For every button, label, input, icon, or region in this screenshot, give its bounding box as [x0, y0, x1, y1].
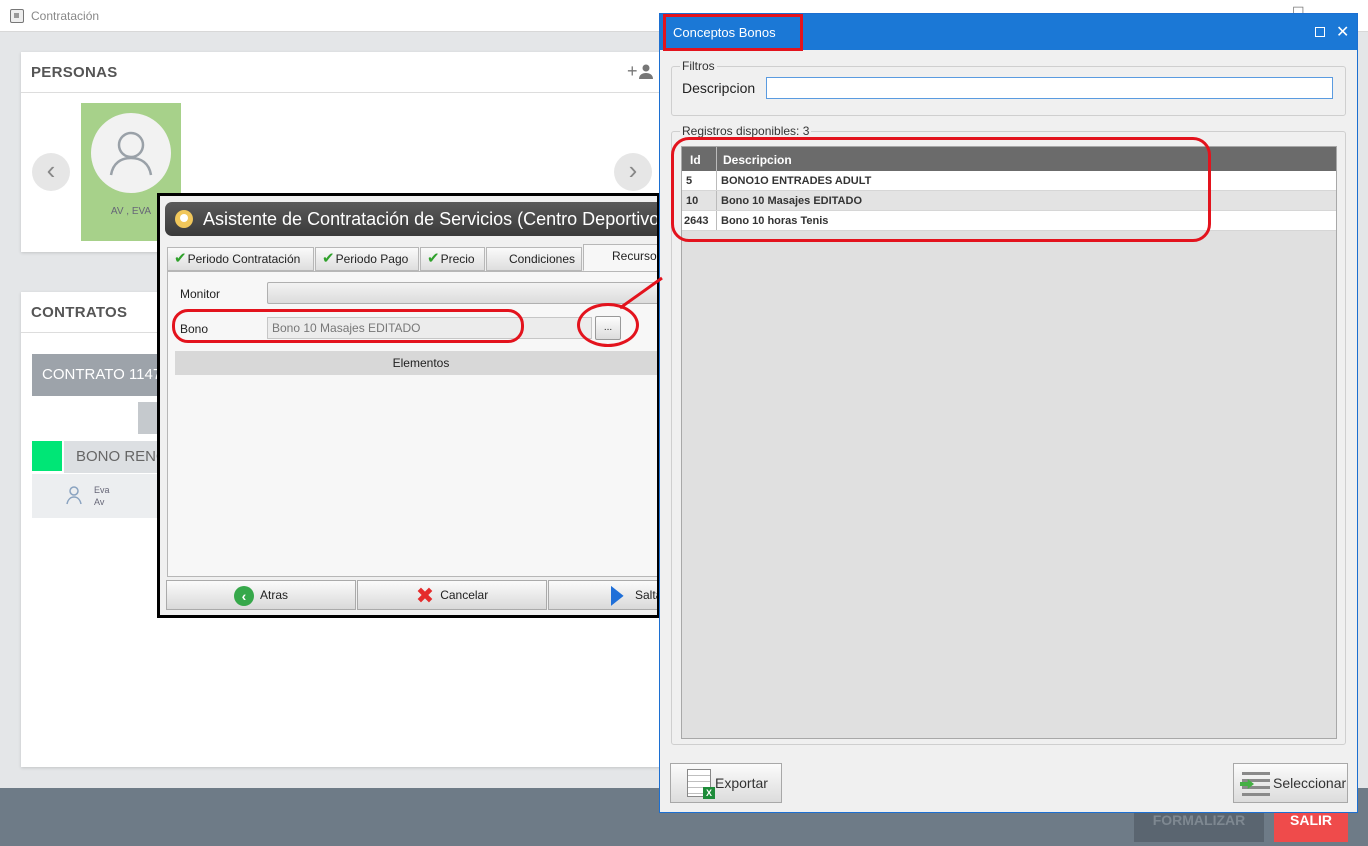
column-divider [716, 191, 717, 210]
elementos-header: Elementos [175, 351, 657, 375]
cancel-x-icon: ✖ [415, 582, 435, 608]
column-header-descripcion[interactable]: Descripcion [723, 153, 792, 167]
tab-label: Precio [440, 252, 475, 266]
saltar-label: Saltar [635, 588, 657, 602]
monitor-label: Monitor [180, 287, 221, 301]
exportar-label: Exportar [715, 775, 768, 791]
table-row[interactable]: 5 BONO1O ENTRADES ADULT [682, 171, 1336, 191]
check-icon: ✔ [174, 250, 187, 267]
user-icon [109, 131, 153, 176]
bono-label: Bono [180, 322, 209, 336]
tab-label: Recursos [612, 249, 660, 263]
row-description: Bono 10 horas Tenis [721, 215, 829, 227]
exportar-button[interactable]: Exportar [670, 763, 782, 803]
status-indicator [32, 441, 62, 471]
row-id: 5 [686, 175, 693, 187]
description-label: Descripcion [682, 80, 756, 96]
cancelar-label: Cancelar [440, 588, 489, 602]
tab-label: Condiciones [508, 252, 575, 266]
tab-condiciones[interactable]: Condiciones [486, 247, 582, 271]
bonos-grid: Id Descripcion 5 BONO1O ENTRADES ADULT 1… [681, 146, 1337, 739]
maximize-icon[interactable] [1315, 27, 1325, 37]
row-id: 10 [686, 195, 699, 207]
next-person-button[interactable]: › [614, 153, 652, 191]
table-row[interactable]: 2643 Bono 10 horas Tenis [682, 211, 1336, 231]
tab-label: Periodo Contratación [187, 252, 301, 266]
back-arrow-icon: ‹ [233, 585, 254, 606]
excel-export-icon [687, 769, 715, 799]
row-id: 2643 [684, 215, 709, 227]
prev-person-button[interactable]: ‹ [32, 153, 70, 191]
tab-recursos[interactable]: Recursos [583, 244, 660, 271]
grid-header: Id Descripcion [682, 147, 1336, 171]
avatar [91, 113, 171, 193]
member-first-name: Eva [94, 485, 110, 495]
monitor-select[interactable] [267, 282, 657, 304]
select-list-icon [1242, 772, 1270, 796]
wizard-user-icon [175, 210, 193, 228]
filters-legend: Filtros [680, 59, 717, 73]
table-row-selected[interactable]: 10 Bono 10 Masajes EDITADO [682, 191, 1336, 211]
skip-icon [611, 585, 624, 606]
bono-field[interactable]: Bono 10 Masajes EDITADO [267, 317, 592, 339]
bonos-title: Conceptos Bonos [673, 25, 776, 40]
contract-member: Eva Av [32, 474, 162, 518]
tab-periodo-contratacion[interactable]: ✔Periodo Contratación [167, 247, 314, 271]
saltar-button[interactable]: Saltar [548, 580, 657, 610]
member-last-name: Av [94, 497, 105, 507]
personas-divider [21, 92, 681, 93]
seleccionar-label: Seleccionar [1273, 775, 1347, 791]
description-filter-input[interactable] [766, 77, 1333, 99]
window-title: Contratación [31, 9, 100, 23]
tab-precio[interactable]: ✔Precio [420, 247, 485, 271]
app-icon [10, 9, 24, 23]
close-icon[interactable]: ✕ [1336, 22, 1349, 42]
column-divider [716, 147, 717, 171]
wizard-dialog: Asistente de Contratación de Servicios (… [157, 193, 660, 618]
conceptos-bonos-dialog: Conceptos Bonos ✕ Filtros Descripcion Re… [659, 13, 1358, 813]
member-user-icon [66, 486, 82, 505]
wizard-header: Asistente de Contratación de Servicios (… [165, 202, 660, 236]
atras-label: Atras [259, 588, 288, 602]
row-description: BONO1O ENTRADES ADULT [721, 175, 872, 187]
tab-periodo-pago[interactable]: ✔Periodo Pago [315, 247, 419, 271]
column-divider [716, 171, 717, 190]
highlight-connector-line [619, 276, 663, 310]
bonos-titlebar: Conceptos Bonos ✕ [660, 14, 1357, 50]
tab-label: Periodo Pago [335, 252, 409, 266]
column-header-id[interactable]: Id [690, 153, 701, 167]
bono-item[interactable]: BONO RENOVA [64, 441, 162, 473]
row-description: Bono 10 Masajes EDITADO [721, 195, 862, 207]
contratos-title: CONTRATOS [31, 304, 128, 321]
records-legend: Registros disponibles: 3 [680, 124, 812, 138]
personas-title: PERSONAS [31, 64, 118, 81]
wizard-title: Asistente de Contratación de Servicios (… [203, 209, 660, 229]
browse-bono-button[interactable]: ... [595, 316, 621, 340]
cancelar-button[interactable]: ✖ Cancelar [357, 580, 547, 610]
person-add-icon[interactable]: + [627, 61, 654, 82]
check-icon: ✔ [427, 250, 440, 267]
seleccionar-button[interactable]: Seleccionar [1233, 763, 1348, 803]
column-divider [716, 211, 717, 230]
check-icon: ✔ [322, 250, 335, 267]
contract-header[interactable]: CONTRATO 1147 [32, 354, 162, 396]
atras-button[interactable]: ‹ Atras [166, 580, 356, 610]
